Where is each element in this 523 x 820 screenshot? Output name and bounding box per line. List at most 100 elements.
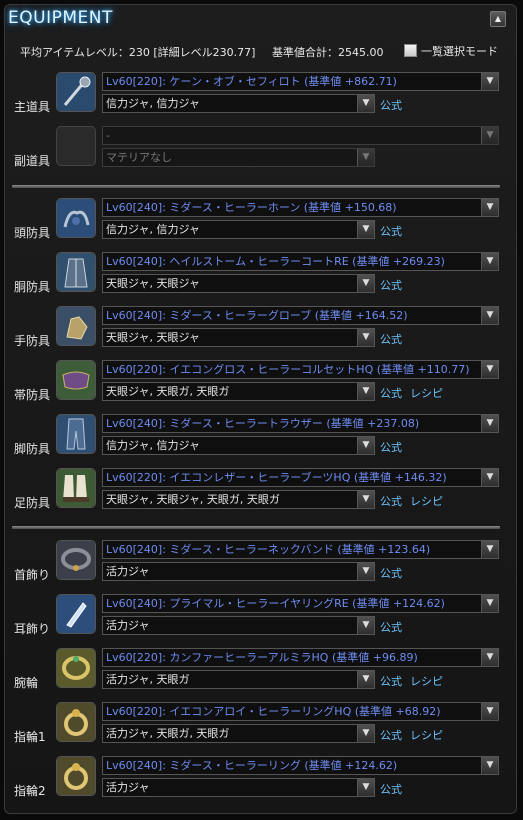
dropdown-arrow-icon[interactable]: ▼ <box>357 329 374 346</box>
formula-link[interactable]: 公式 <box>380 225 402 238</box>
materia-select[interactable]: 天眼ジャ, 天眼ガ, 天眼ガ ▼ <box>102 382 375 401</box>
formula-link[interactable]: 公式 <box>380 567 402 580</box>
item-select[interactable]: Lv60[240]: ヘイルストーム・ヒーラーコートRE (基準値 +269.2… <box>102 252 499 271</box>
slot-label: 脚防具 <box>14 442 51 456</box>
dropdown-arrow-icon[interactable]: ▼ <box>357 563 374 580</box>
slot-links: 公式 レシピ <box>380 493 451 509</box>
dropdown-arrow-icon[interactable]: ▼ <box>481 73 498 90</box>
materia-select-value: 活力ジャ, 天眼ガ <box>106 673 190 686</box>
item-select[interactable]: Lv60[220]: イエコングロス・ヒーラーコルセットHQ (基準値 +110… <box>102 360 499 379</box>
formula-link[interactable]: 公式 <box>380 333 402 346</box>
materia-select[interactable]: 天眼ジャ, 天眼ジャ ▼ <box>102 328 375 347</box>
item-select-value: Lv60[240]: ミダース・ヒーラーホーン (基準値 +150.68) <box>106 201 397 214</box>
formula-link[interactable]: 公式 <box>380 495 402 508</box>
title-bar: EQUIPMENT ▲ <box>8 8 508 32</box>
materia-select[interactable]: 信力ジャ, 信力ジャ ▼ <box>102 220 375 239</box>
materia-select-value: 活力ジャ <box>106 565 150 578</box>
slot-links: 公式 <box>380 331 410 347</box>
formula-link[interactable]: 公式 <box>380 441 402 454</box>
bulk-select-checkbox[interactable] <box>404 44 417 57</box>
materia-select-value: マテリアなし <box>106 151 172 164</box>
item-select[interactable]: Lv60[240]: ミダース・ヒーラーホーン (基準値 +150.68) ▼ <box>102 198 499 217</box>
dropdown-arrow-icon[interactable]: ▼ <box>357 275 374 292</box>
materia-select[interactable]: 活力ジャ, 天眼ガ, 天眼ガ ▼ <box>102 724 375 743</box>
item-select-value: Lv60[240]: ミダース・ヒーラーグローブ (基準値 +164.52) <box>106 309 408 322</box>
materia-select[interactable]: 信力ジャ, 信力ジャ ▼ <box>102 436 375 455</box>
slot-links: 公式 <box>380 223 410 239</box>
materia-select[interactable]: 天眼ジャ, 天眼ジャ ▼ <box>102 274 375 293</box>
dropdown-arrow-icon[interactable]: ▼ <box>357 221 374 238</box>
recipe-link[interactable]: レシピ <box>410 387 443 400</box>
materia-select-value: 信力ジャ, 信力ジャ <box>106 223 200 236</box>
slot-label: 主道具 <box>14 100 51 114</box>
item-select[interactable]: Lv60[240]: ミダース・ヒーラートラウザー (基準値 +237.08) ▼ <box>102 414 499 433</box>
dropdown-arrow-icon[interactable]: ▼ <box>481 361 498 378</box>
dropdown-arrow-icon[interactable]: ▼ <box>357 617 374 634</box>
dropdown-arrow-icon[interactable]: ▼ <box>481 595 498 612</box>
formula-link[interactable]: 公式 <box>380 729 402 742</box>
total-base-value: 基準値合計：2545.00 <box>272 46 384 59</box>
dropdown-arrow-icon[interactable]: ▼ <box>357 779 374 796</box>
dropdown-arrow-icon[interactable]: ▼ <box>357 149 374 166</box>
recipe-link[interactable]: レシピ <box>410 495 443 508</box>
horn-headgear-icon <box>56 198 96 238</box>
dropdown-arrow-icon[interactable]: ▼ <box>481 757 498 774</box>
dropdown-arrow-icon[interactable]: ▼ <box>481 307 498 324</box>
item-select[interactable]: Lv60[240]: ミダース・ヒーラーリング (基準値 +124.62) ▼ <box>102 756 499 775</box>
slot-label: 帯防具 <box>14 388 51 402</box>
slot-label: 副道具 <box>14 154 51 168</box>
materia-select[interactable]: 活力ジャ ▼ <box>102 562 375 581</box>
dropdown-arrow-icon[interactable]: ▼ <box>357 725 374 742</box>
dropdown-arrow-icon[interactable]: ▼ <box>481 199 498 216</box>
item-select[interactable]: - ▼ <box>102 126 499 145</box>
item-select[interactable]: Lv60[240]: ミダース・ヒーラーグローブ (基準値 +164.52) ▼ <box>102 306 499 325</box>
item-select[interactable]: Lv60[220]: カンファーヒーラーアルミラHQ (基準値 +96.89) ▼ <box>102 648 499 667</box>
materia-select-value: 天眼ジャ, 天眼ガ, 天眼ガ <box>106 385 230 398</box>
formula-link[interactable]: 公式 <box>380 279 402 292</box>
empty-slot-icon <box>56 126 96 166</box>
dropdown-arrow-icon[interactable]: ▼ <box>481 253 498 270</box>
item-select[interactable]: Lv60[220]: ケーン・オブ・セフィロト (基準値 +862.71) ▼ <box>102 72 499 91</box>
section-divider <box>12 185 500 188</box>
dropdown-arrow-icon[interactable]: ▼ <box>357 383 374 400</box>
recipe-link[interactable]: レシピ <box>410 729 443 742</box>
dropdown-arrow-icon[interactable]: ▼ <box>481 541 498 558</box>
item-select[interactable]: Lv60[240]: プライマル・ヒーラーイヤリングRE (基準値 +124.6… <box>102 594 499 613</box>
item-select[interactable]: Lv60[220]: イエコンレザー・ヒーラーブーツHQ (基準値 +146.3… <box>102 468 499 487</box>
necklace-icon <box>56 540 96 580</box>
equipment-slot: 胴防具 Lv60[240]: ヘイルストーム・ヒーラーコートRE (基準値 +26… <box>0 252 523 300</box>
item-select[interactable]: Lv60[220]: イエコンアロイ・ヒーラーリングHQ (基準値 +68.92… <box>102 702 499 721</box>
dropdown-arrow-icon[interactable]: ▼ <box>481 703 498 720</box>
dropdown-arrow-icon[interactable]: ▼ <box>481 415 498 432</box>
formula-link[interactable]: 公式 <box>380 99 402 112</box>
dropdown-arrow-icon[interactable]: ▼ <box>357 437 374 454</box>
dropdown-arrow-icon[interactable]: ▼ <box>357 671 374 688</box>
collapse-button[interactable]: ▲ <box>490 11 506 27</box>
bulk-select-label: 一覧選択モード <box>421 45 498 58</box>
slot-links: 公式 <box>380 277 410 293</box>
dropdown-arrow-icon[interactable]: ▼ <box>357 95 374 112</box>
materia-select[interactable]: 活力ジャ ▼ <box>102 616 375 635</box>
materia-select[interactable]: 活力ジャ ▼ <box>102 778 375 797</box>
formula-link[interactable]: 公式 <box>380 675 402 688</box>
materia-select-value: 活力ジャ <box>106 781 150 794</box>
item-select-value: - <box>106 129 110 142</box>
item-select-value: Lv60[240]: ミダース・ヒーラートラウザー (基準値 +237.08) <box>106 417 420 430</box>
materia-select[interactable]: 信力ジャ, 信力ジャ ▼ <box>102 94 375 113</box>
dropdown-arrow-icon[interactable]: ▼ <box>481 469 498 486</box>
trousers-icon <box>56 414 96 454</box>
slot-links: 公式 レシピ <box>380 385 451 401</box>
dropdown-arrow-icon[interactable]: ▼ <box>481 649 498 666</box>
item-select[interactable]: Lv60[240]: ミダース・ヒーラーネックバンド (基準値 +123.64)… <box>102 540 499 559</box>
formula-link[interactable]: 公式 <box>380 621 402 634</box>
dropdown-arrow-icon[interactable]: ▼ <box>481 127 498 144</box>
formula-link[interactable]: 公式 <box>380 387 402 400</box>
materia-select[interactable]: マテリアなし ▼ <box>102 148 375 167</box>
bulk-select-toggle[interactable]: 一覧選択モード <box>404 43 498 59</box>
materia-select[interactable]: 活力ジャ, 天眼ガ ▼ <box>102 670 375 689</box>
formula-link[interactable]: 公式 <box>380 783 402 796</box>
recipe-link[interactable]: レシピ <box>410 675 443 688</box>
dropdown-arrow-icon[interactable]: ▼ <box>357 491 374 508</box>
equipment-slot: 指輪1 Lv60[220]: イエコンアロイ・ヒーラーリングHQ (基準値 +68… <box>0 702 523 750</box>
materia-select[interactable]: 天眼ジャ, 天眼ジャ, 天眼ガ, 天眼ガ ▼ <box>102 490 375 509</box>
